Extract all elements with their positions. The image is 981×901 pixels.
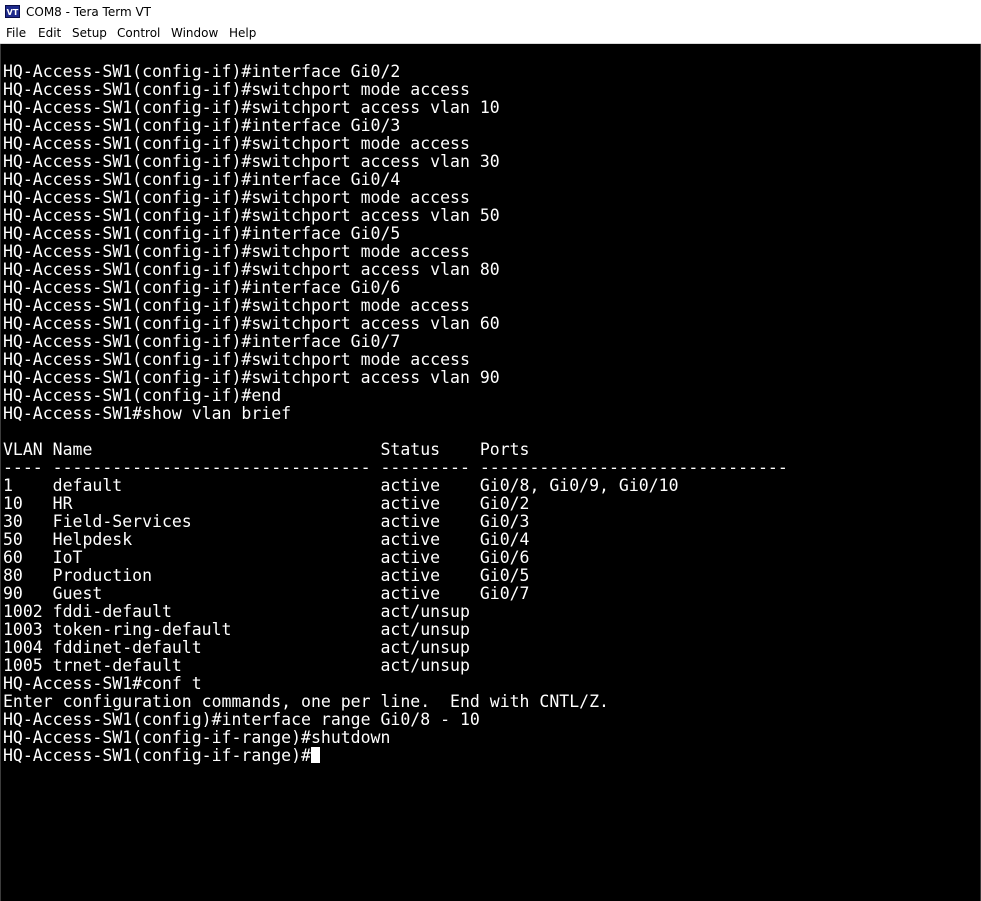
terminal-line: VLAN Name Status Ports xyxy=(3,441,788,459)
terminal-line: HQ-Access-SW1(config-if)#switchport mode… xyxy=(3,243,788,261)
terminal-line: HQ-Access-SW1(config-if)#switchport acce… xyxy=(3,315,788,333)
terminal-line-text: HQ-Access-SW1(config-if)#interface Gi0/3 xyxy=(3,116,401,135)
terminal-line: HQ-Access-SW1(config-if)#switchport acce… xyxy=(3,207,788,225)
terminal-line: 1002 fddi-default act/unsup xyxy=(3,603,788,621)
terminal-line: 90 Guest active Gi0/7 xyxy=(3,585,788,603)
terminal-line: HQ-Access-SW1(config-if)#end xyxy=(3,387,788,405)
terminal-line: HQ-Access-SW1(config-if)#interface Gi0/3 xyxy=(3,117,788,135)
terminal-line-text: 1002 fddi-default act/unsup xyxy=(3,602,470,621)
terminal-output: HQ-Access-SW1(config-if)#interface Gi0/2… xyxy=(3,63,788,765)
menu-edit[interactable]: Edit xyxy=(38,25,61,41)
terminal-line-text: HQ-Access-SW1(config-if)#switchport mode… xyxy=(3,350,470,369)
terminal-line: HQ-Access-SW1(config)#interface range Gi… xyxy=(3,711,788,729)
terminal-line-text: 1004 fddinet-default act/unsup xyxy=(3,638,470,657)
terminal-line-text: HQ-Access-SW1(config-if)#switchport acce… xyxy=(3,314,500,333)
terminal-line: HQ-Access-SW1(config-if)#interface Gi0/6 xyxy=(3,279,788,297)
terminal-line-text: Enter configuration commands, one per li… xyxy=(3,692,609,711)
terminal-line-text: 80 Production active Gi0/5 xyxy=(3,566,530,585)
terminal-line: 80 Production active Gi0/5 xyxy=(3,567,788,585)
menu-file[interactable]: File xyxy=(6,25,26,41)
terminal-line: 1005 trnet-default act/unsup xyxy=(3,657,788,675)
terminal-line-text: HQ-Access-SW1(config-if)#end xyxy=(3,386,282,405)
terminal-line-text: HQ-Access-SW1(config-if)#switchport mode… xyxy=(3,80,470,99)
terminal-line: HQ-Access-SW1(config-if)#switchport mode… xyxy=(3,135,788,153)
terminal-line-text: 50 Helpdesk active Gi0/4 xyxy=(3,530,530,549)
terminal-line: 1004 fddinet-default act/unsup xyxy=(3,639,788,657)
terminal-line: HQ-Access-SW1(config-if)#switchport acce… xyxy=(3,261,788,279)
title-bar: VT COM8 - Tera Term VT xyxy=(0,0,981,24)
terminal-line: Enter configuration commands, one per li… xyxy=(3,693,788,711)
terminal-line: HQ-Access-SW1(config-if-range)#shutdown xyxy=(3,729,788,747)
terminal-line-text: HQ-Access-SW1(config-if)#switchport mode… xyxy=(3,296,470,315)
terminal-line-text: 1003 token-ring-default act/unsup xyxy=(3,620,470,639)
terminal-line: HQ-Access-SW1(config-if)#switchport mode… xyxy=(3,189,788,207)
terminal-line: 10 HR active Gi0/2 xyxy=(3,495,788,513)
tera-term-app-icon: VT xyxy=(5,5,20,18)
terminal-line: 1003 token-ring-default act/unsup xyxy=(3,621,788,639)
terminal-screen[interactable]: HQ-Access-SW1(config-if)#interface Gi0/2… xyxy=(0,44,981,901)
terminal-line: 60 IoT active Gi0/6 xyxy=(3,549,788,567)
terminal-line: HQ-Access-SW1#show vlan brief xyxy=(3,405,788,423)
terminal-line-text: 1005 trnet-default act/unsup xyxy=(3,656,470,675)
window-title: COM8 - Tera Term VT xyxy=(26,5,151,19)
terminal-line-text: HQ-Access-SW1(config-if)#interface Gi0/7 xyxy=(3,332,401,351)
terminal-line: HQ-Access-SW1(config-if)#interface Gi0/7 xyxy=(3,333,788,351)
terminal-line-text: HQ-Access-SW1(config-if)#interface Gi0/4 xyxy=(3,170,401,189)
terminal-line: HQ-Access-SW1(config-if)#switchport acce… xyxy=(3,153,788,171)
terminal-line: 30 Field-Services active Gi0/3 xyxy=(3,513,788,531)
terminal-line-text: HQ-Access-SW1#conf t xyxy=(3,674,202,693)
menu-window[interactable]: Window xyxy=(171,25,218,41)
terminal-line-text: 90 Guest active Gi0/7 xyxy=(3,584,530,603)
terminal-line-text: HQ-Access-SW1(config-if)#interface Gi0/5 xyxy=(3,224,401,243)
terminal-line-text: HQ-Access-SW1(config-if)#switchport mode… xyxy=(3,242,470,261)
terminal-line: HQ-Access-SW1(config-if)#interface Gi0/5 xyxy=(3,225,788,243)
terminal-line-text: ---- -------------------------------- --… xyxy=(3,458,788,477)
terminal-line-text: HQ-Access-SW1(config-if)#switchport acce… xyxy=(3,206,500,225)
menu-bar: File Edit Setup Control Window Help xyxy=(0,24,981,43)
terminal-line-text: HQ-Access-SW1(config-if)#switchport acce… xyxy=(3,368,500,387)
terminal-line-text: HQ-Access-SW1(config-if)#interface Gi0/2 xyxy=(3,62,401,81)
terminal-line: 1 default active Gi0/8, Gi0/9, Gi0/10 xyxy=(3,477,788,495)
terminal-line-text: 60 IoT active Gi0/6 xyxy=(3,548,530,567)
terminal-line: HQ-Access-SW1(config-if)#switchport acce… xyxy=(3,369,788,387)
terminal-line-text: HQ-Access-SW1(config-if-range)#shutdown xyxy=(3,728,391,747)
terminal-cursor xyxy=(310,747,320,763)
terminal-line: HQ-Access-SW1(config-if)#interface Gi0/2 xyxy=(3,63,788,81)
terminal-line: 50 Helpdesk active Gi0/4 xyxy=(3,531,788,549)
terminal-line-text: HQ-Access-SW1#show vlan brief xyxy=(3,404,292,423)
terminal-line-text: HQ-Access-SW1(config-if)#interface Gi0/6 xyxy=(3,278,401,297)
terminal-line-text: 30 Field-Services active Gi0/3 xyxy=(3,512,530,531)
menu-control[interactable]: Control xyxy=(117,25,160,41)
terminal-line-text: HQ-Access-SW1(config-if)#switchport mode… xyxy=(3,134,470,153)
terminal-line-text: HQ-Access-SW1(config-if)#switchport acce… xyxy=(3,260,500,279)
terminal-line: HQ-Access-SW1#conf t xyxy=(3,675,788,693)
terminal-line: HQ-Access-SW1(config-if)#switchport mode… xyxy=(3,351,788,369)
terminal-line-text: 1 default active Gi0/8, Gi0/9, Gi0/10 xyxy=(3,476,679,495)
terminal-line-text: HQ-Access-SW1(config-if)#switchport mode… xyxy=(3,188,470,207)
terminal-line-text: HQ-Access-SW1(config-if-range)# xyxy=(3,746,311,765)
terminal-line: ---- -------------------------------- --… xyxy=(3,459,788,477)
terminal-line: HQ-Access-SW1(config-if)#switchport mode… xyxy=(3,297,788,315)
terminal-line: HQ-Access-SW1(config-if-range)# xyxy=(3,747,788,765)
terminal-line-text: HQ-Access-SW1(config-if)#switchport acce… xyxy=(3,152,500,171)
menu-setup[interactable]: Setup xyxy=(72,25,107,41)
menu-help[interactable]: Help xyxy=(229,25,256,41)
terminal-line-text: 10 HR active Gi0/2 xyxy=(3,494,530,513)
terminal-line-text: HQ-Access-SW1(config)#interface range Gi… xyxy=(3,710,480,729)
terminal-line-text: VLAN Name Status Ports xyxy=(3,440,530,459)
terminal-line-text: HQ-Access-SW1(config-if)#switchport acce… xyxy=(3,98,500,117)
terminal-line: HQ-Access-SW1(config-if)#switchport mode… xyxy=(3,81,788,99)
terminal-line: HQ-Access-SW1(config-if)#switchport acce… xyxy=(3,99,788,117)
terminal-line: HQ-Access-SW1(config-if)#interface Gi0/4 xyxy=(3,171,788,189)
